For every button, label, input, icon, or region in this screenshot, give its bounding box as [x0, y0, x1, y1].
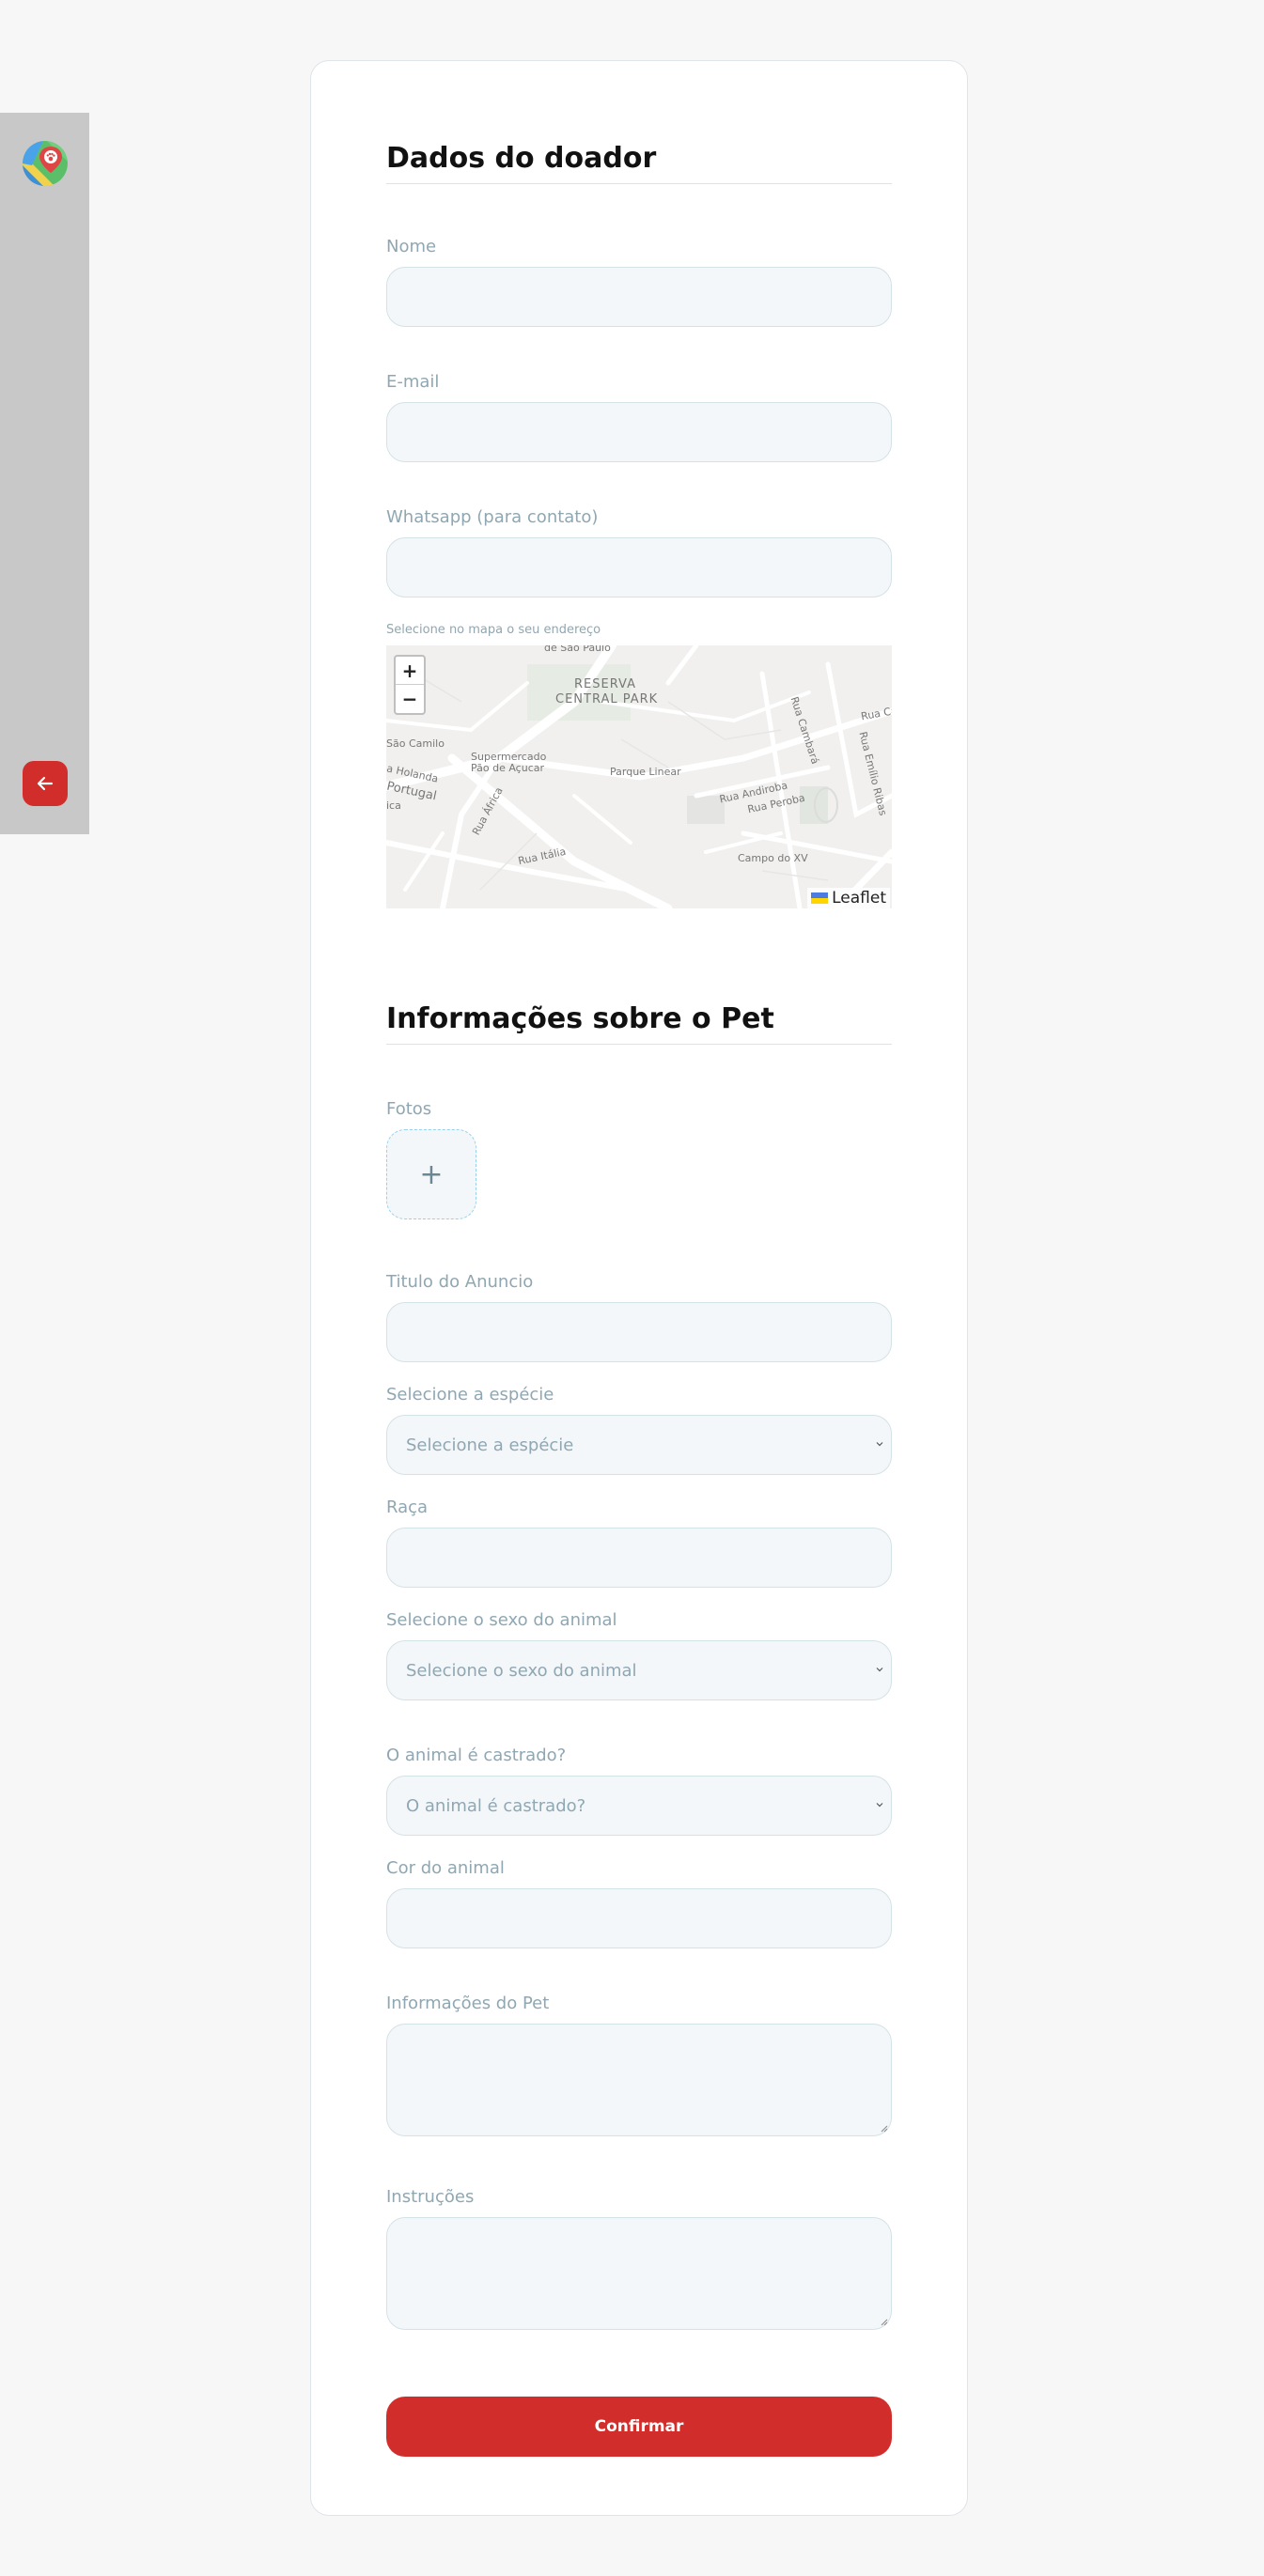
map-label: Campo do XV	[738, 852, 808, 864]
sex-select-value: Selecione o sexo do animal	[406, 1660, 637, 1681]
donor-section-title: Dados do doador	[386, 142, 892, 184]
zoom-out-button[interactable]: −	[396, 685, 424, 713]
species-label: Selecione a espécie	[386, 1385, 554, 1404]
create-pet-form: Dados do doador Nome E-mail Whatsapp (pa…	[310, 60, 968, 2516]
plus-icon: +	[419, 1157, 444, 1191]
photos-label: Fotos	[386, 1099, 432, 1119]
map-label: Parque Linear	[610, 766, 681, 778]
color-label: Cor do animal	[386, 1858, 505, 1878]
map-zoom-control: + −	[394, 655, 426, 715]
whatsapp-label: Whatsapp (para contato)	[386, 507, 599, 527]
breed-input[interactable]	[386, 1528, 892, 1588]
whatsapp-input[interactable]	[386, 537, 892, 597]
pet-info-label: Informações do Pet	[386, 1994, 550, 2013]
map-label: de São Paulo	[544, 645, 611, 654]
email-input[interactable]	[386, 402, 892, 462]
map-label: ica	[386, 799, 401, 812]
map-label: São Camilo	[386, 737, 445, 750]
leaflet-link[interactable]: Leaflet	[832, 889, 886, 908]
email-label: E-mail	[386, 372, 440, 392]
map-label: Pão de Açucar	[471, 762, 545, 774]
chevron-down-icon	[876, 1442, 883, 1447]
back-button[interactable]	[23, 761, 68, 806]
castrated-select-value: O animal é castrado?	[406, 1795, 586, 1816]
add-photo-button[interactable]: +	[386, 1129, 476, 1219]
breed-label: Raça	[386, 1497, 429, 1517]
instructions-textarea[interactable]	[386, 2217, 892, 2330]
ukraine-flag-icon	[811, 892, 829, 904]
map-paw-logo-icon[interactable]	[23, 141, 68, 186]
pet-info-textarea[interactable]	[386, 2024, 892, 2136]
map-attribution[interactable]: Leaflet	[807, 888, 890, 908]
zoom-in-button[interactable]: +	[396, 657, 424, 685]
chevron-down-icon	[876, 1668, 883, 1672]
sex-select[interactable]: Selecione o sexo do animal	[386, 1640, 892, 1700]
species-select[interactable]: Selecione a espécie	[386, 1415, 892, 1475]
ad-title-input[interactable]	[386, 1302, 892, 1362]
ad-title-label: Titulo do Anuncio	[386, 1272, 534, 1292]
location-map[interactable]: de São Paulo RESERVA CENTRAL PARK São Ca…	[386, 645, 892, 908]
pet-section-title: Informações sobre o Pet	[386, 1002, 892, 1045]
map-hint: Selecione no mapa o seu endereço	[386, 623, 601, 637]
castrated-label: O animal é castrado?	[386, 1746, 567, 1765]
map-label: CENTRAL PARK	[555, 692, 659, 706]
name-input[interactable]	[386, 267, 892, 327]
sidebar	[0, 113, 89, 834]
chevron-down-icon	[876, 1803, 883, 1808]
name-label: Nome	[386, 237, 437, 256]
species-select-value: Selecione a espécie	[406, 1435, 574, 1455]
color-input[interactable]	[386, 1888, 892, 1948]
resize-grip-icon[interactable]	[879, 2123, 888, 2133]
confirm-button[interactable]: Confirmar	[386, 2397, 892, 2457]
castrated-select[interactable]: O animal é castrado?	[386, 1776, 892, 1836]
sex-label: Selecione o sexo do animal	[386, 1610, 617, 1630]
arrow-left-icon	[37, 776, 54, 791]
resize-grip-icon[interactable]	[879, 2317, 888, 2326]
map-label: RESERVA	[574, 677, 636, 691]
instructions-label: Instruções	[386, 2187, 475, 2207]
